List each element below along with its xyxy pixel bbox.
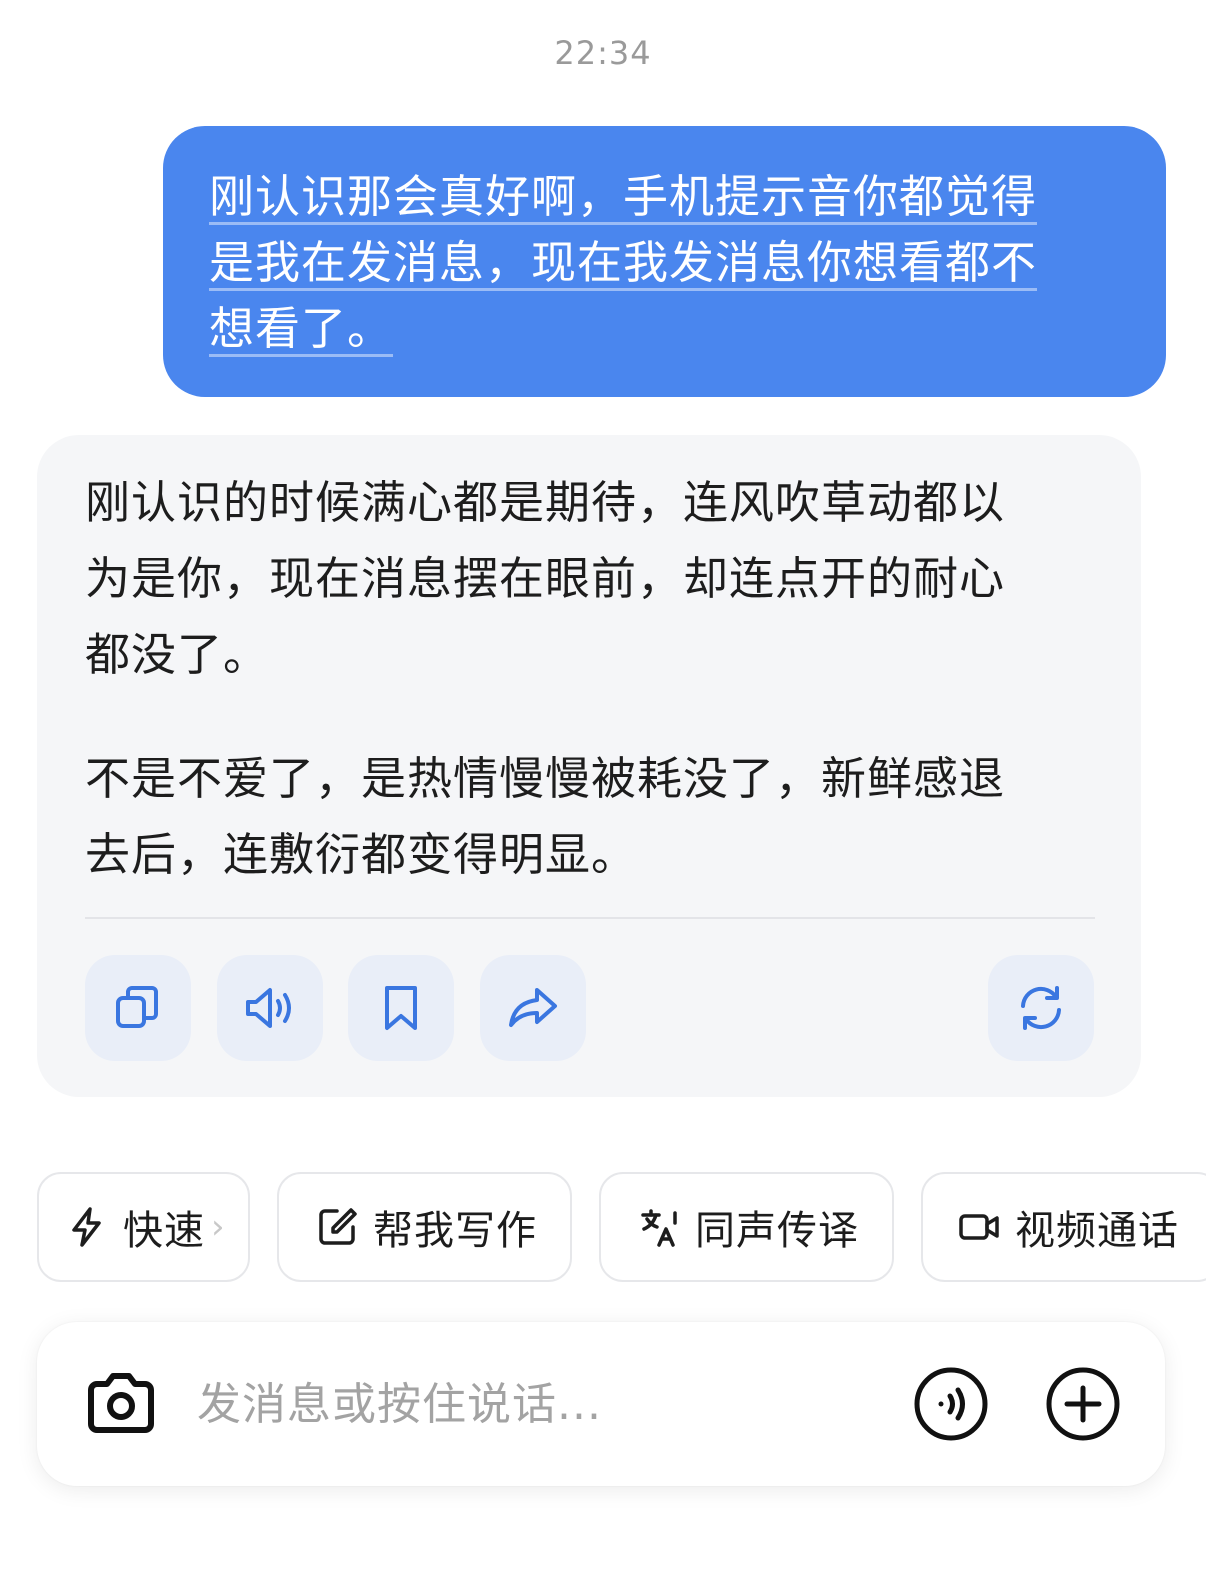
chat-screen: 22:34 刚认识那会真好啊，手机提示音你都觉得 是我在发消息，现在我发消息你想… — [0, 0, 1206, 1572]
ai-reply-card: 刚认识的时候满心都是期待，连风吹草动都以 为是你，现在消息摆在眼前，却连点开的耐… — [37, 435, 1141, 1097]
share-button[interactable] — [480, 955, 586, 1061]
user-message-text: 刚认识那会真好啊，手机提示音你都觉得 是我在发消息，现在我发消息你想看都不 想看… — [209, 164, 1120, 362]
user-message-bubble[interactable]: 刚认识那会真好啊，手机提示音你都觉得 是我在发消息，现在我发消息你想看都不 想看… — [163, 126, 1166, 397]
translate-icon — [641, 1209, 677, 1247]
user-message-line: 想看了。 — [209, 302, 394, 355]
ai-reply-line: 都没了。 — [85, 628, 270, 681]
copy-button[interactable] — [85, 955, 191, 1061]
copy-icon — [116, 986, 158, 1028]
bookmark-button[interactable] — [348, 955, 454, 1061]
chip-label: 视频通话 — [1015, 1208, 1179, 1254]
read-aloud-button[interactable] — [217, 955, 323, 1061]
chip-label: 快速 — [123, 1208, 205, 1254]
ai-reply-paragraph: 不是不爱了，是热情慢慢被耗没了，新鲜感退 去后，连敷衍都变得明显。 — [85, 741, 1105, 893]
voice-icon[interactable] — [913, 1366, 989, 1442]
chip-simultaneous-interpretation[interactable]: 同声传译 — [599, 1172, 894, 1282]
camera-icon[interactable] — [83, 1366, 159, 1442]
ai-reply-line: 不是不爱了，是热情慢慢被耗没了，新鲜感退 — [85, 752, 1006, 805]
user-message-line: 刚认识那会真好啊，手机提示音你都觉得 — [209, 170, 1038, 223]
message-input[interactable] — [197, 1368, 857, 1440]
chevron-right-icon: › — [211, 1207, 226, 1247]
speaker-icon — [246, 988, 291, 1028]
edit-icon — [319, 1208, 357, 1245]
lightning-icon — [72, 1207, 101, 1247]
chip-label: 同声传译 — [695, 1208, 859, 1254]
video-icon — [959, 1214, 999, 1240]
share-icon — [509, 988, 557, 1027]
message-timestamp: 22:34 — [554, 34, 652, 72]
action-divider — [85, 917, 1095, 919]
user-message-line: 是我在发消息，现在我发消息你想看都不 — [209, 236, 1038, 289]
message-input-bar — [37, 1322, 1165, 1486]
chip-fast-mode[interactable]: 快速 › — [37, 1172, 250, 1282]
ai-reply-line: 去后，连敷衍都变得明显。 — [85, 828, 638, 881]
chip-label: 帮我写作 — [373, 1208, 537, 1254]
ai-reply-line: 为是你，现在消息摆在眼前，却连点开的耐心 — [85, 552, 1006, 605]
bookmark-icon — [385, 986, 417, 1030]
chip-help-write[interactable]: 帮我写作 — [277, 1172, 572, 1282]
plus-icon[interactable] — [1045, 1366, 1121, 1442]
regenerate-button[interactable] — [988, 955, 1094, 1061]
chip-video-call[interactable]: 视频通话 — [921, 1172, 1206, 1282]
ai-reply-line: 刚认识的时候满心都是期待，连风吹草动都以 — [85, 476, 1006, 529]
refresh-icon — [1021, 986, 1061, 1030]
ai-reply-paragraph: 刚认识的时候满心都是期待，连风吹草动都以 为是你，现在消息摆在眼前，却连点开的耐… — [85, 465, 1105, 693]
